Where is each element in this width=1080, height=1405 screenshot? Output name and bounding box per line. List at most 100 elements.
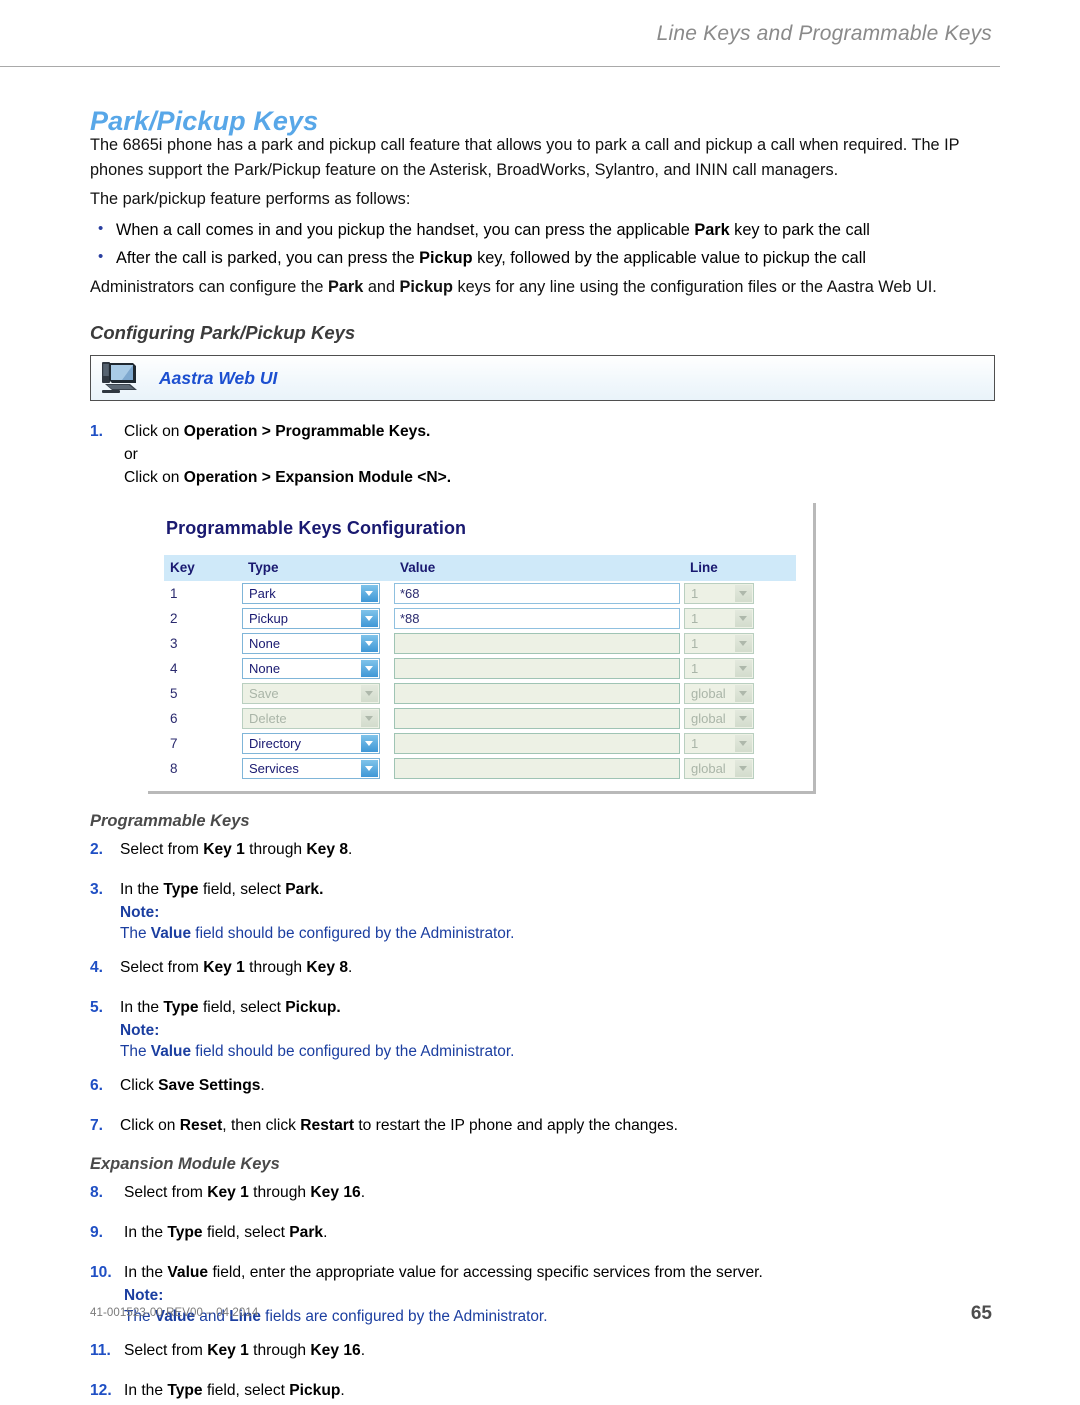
step-2-pre: Select from xyxy=(120,841,204,858)
document-page: Line Keys and Programmable Keys Park/Pic… xyxy=(0,0,1080,1399)
table-row: 8 Services global xyxy=(164,756,796,781)
step-9-bold2: Park xyxy=(289,1224,324,1241)
chevron-down-icon xyxy=(735,635,752,652)
type-cell: Directory xyxy=(242,731,394,756)
note-5-bold: Value xyxy=(150,1043,192,1060)
type-select-key-8[interactable]: Services xyxy=(242,758,380,779)
bullet1-bold: Park xyxy=(694,221,730,239)
step-11: 11. Select from Key 1 through Key 16. xyxy=(90,1339,995,1362)
line-cell: global xyxy=(684,706,796,731)
section-heading: Configuring Park/Pickup Keys xyxy=(90,322,356,343)
step-9-number: 9. xyxy=(90,1224,104,1241)
value-input-key-1[interactable]: *68 xyxy=(394,583,680,604)
step-2-bold2: Key 8 xyxy=(306,841,349,858)
line-cell: 1 xyxy=(684,606,796,631)
step-11-mid: through xyxy=(248,1342,311,1359)
step-7-mid: , then click xyxy=(222,1117,301,1134)
column-header-value: Value xyxy=(394,555,684,581)
type-select-key-2[interactable]: Pickup xyxy=(242,608,380,629)
value-input-key-7 xyxy=(394,733,680,754)
type-cell: Save xyxy=(242,681,394,706)
value-input-key-3 xyxy=(394,633,680,654)
value-input-key-2[interactable]: *88 xyxy=(394,608,680,629)
value-cell xyxy=(394,756,684,781)
list-item: After the call is parked, you can press … xyxy=(90,244,995,271)
value-input-key-5 xyxy=(394,683,680,704)
type-select-key-5: Save xyxy=(242,683,380,704)
note-label: Note: xyxy=(124,1287,164,1304)
key-number-cell: 4 xyxy=(170,661,178,676)
value-cell xyxy=(394,681,684,706)
note-step-10: Note: The Value and Line fields are conf… xyxy=(124,1285,995,1327)
table-row: 6 Delete global xyxy=(164,706,796,731)
step-1: 1. Click on Operation > Programmable Key… xyxy=(90,420,995,489)
step-6-number: 6. xyxy=(90,1077,104,1094)
step-5-pre: In the xyxy=(120,999,164,1016)
step-4-mid: through xyxy=(244,959,307,976)
step-12-bold2: Pickup xyxy=(289,1382,341,1399)
step-3-bold1: Type xyxy=(163,881,199,898)
step-3-pre: In the xyxy=(120,881,164,898)
chevron-down-icon xyxy=(361,585,378,602)
line-select-key-7: 1 xyxy=(684,733,754,754)
key-number-cell: 1 xyxy=(170,586,178,601)
monitor-icon xyxy=(100,361,140,395)
step-10-bold1: Value xyxy=(167,1264,209,1281)
step-6: 6. Click Save Settings. xyxy=(90,1074,995,1097)
table-row: 7 Directory 1 xyxy=(164,731,796,756)
step-1-bold: Operation > Programmable Keys. xyxy=(183,423,431,440)
p3-mid: and xyxy=(363,278,400,296)
chevron-down-icon xyxy=(735,660,752,677)
step-7-number: 7. xyxy=(90,1117,104,1134)
type-select-key-1[interactable]: Park xyxy=(242,583,380,604)
note-3-bold: Value xyxy=(150,925,192,942)
step-5: 5. In the Type field, select Pickup. Not… xyxy=(90,996,995,1062)
step-3: 3. In the Type field, select Park. Note:… xyxy=(90,878,995,944)
table-row: 3 None 1 xyxy=(164,631,796,656)
line-select-key-1: 1 xyxy=(684,583,754,604)
bullet1-post: key to park the call xyxy=(729,221,870,239)
step-4-pre: Select from xyxy=(120,959,204,976)
step-4-number: 4. xyxy=(90,959,104,976)
line-cell: 1 xyxy=(684,631,796,656)
intro-paragraph-2: The park/pickup feature performs as foll… xyxy=(90,187,995,212)
p3-post: keys for any line using the configuratio… xyxy=(452,278,937,296)
type-select-key-7[interactable]: Directory xyxy=(242,733,380,754)
note-3-post: field should be configured by the Admini… xyxy=(191,925,515,942)
step-8-mid: through xyxy=(248,1184,311,1201)
chevron-down-icon xyxy=(361,760,378,777)
chevron-down-icon xyxy=(735,585,752,602)
step-1-line-3: Click on Operation > Expansion Module <N… xyxy=(124,466,995,489)
chevron-down-icon xyxy=(361,610,378,627)
feature-bullet-list: When a call comes in and you pickup the … xyxy=(90,216,995,271)
step-2: 2. Select from Key 1 through Key 8. xyxy=(90,838,995,861)
step-1-line3-pre: Click on xyxy=(124,469,184,486)
type-select-key-3[interactable]: None xyxy=(242,633,380,654)
step-2-mid: through xyxy=(244,841,307,858)
step-11-pre: Select from xyxy=(124,1342,208,1359)
step-9-bold1: Type xyxy=(167,1224,203,1241)
type-cell: Pickup xyxy=(242,606,394,631)
programmable-keys-table: Key Type Value Line 1 Park *68 1 2 Pickup *88 1… xyxy=(164,555,796,781)
column-header-key: Key xyxy=(164,555,242,581)
value-cell xyxy=(394,706,684,731)
step-12-post: . xyxy=(340,1382,345,1399)
step-12-bold1: Type xyxy=(167,1382,203,1399)
step-6-bold1: Save Settings xyxy=(158,1077,261,1094)
footer-page-number: 65 xyxy=(970,1303,992,1324)
step-9-pre: In the xyxy=(124,1224,168,1241)
key-number-cell: 8 xyxy=(170,761,178,776)
line-cell: global xyxy=(684,681,796,706)
column-header-line: Line xyxy=(684,555,796,581)
step-7-pre: Click on xyxy=(120,1117,180,1134)
step-7-bold1: Reset xyxy=(179,1117,223,1134)
step-4-bold1: Key 1 xyxy=(203,959,245,976)
step-12-mid: field, select xyxy=(202,1382,290,1399)
step-3-number: 3. xyxy=(90,881,104,898)
chevron-down-icon xyxy=(361,660,378,677)
step-1-pre: Click on xyxy=(124,423,184,440)
type-select-key-4[interactable]: None xyxy=(242,658,380,679)
line-cell: global xyxy=(684,756,796,781)
step-1-number: 1. xyxy=(90,423,104,440)
note-label: Note: xyxy=(120,1022,160,1039)
